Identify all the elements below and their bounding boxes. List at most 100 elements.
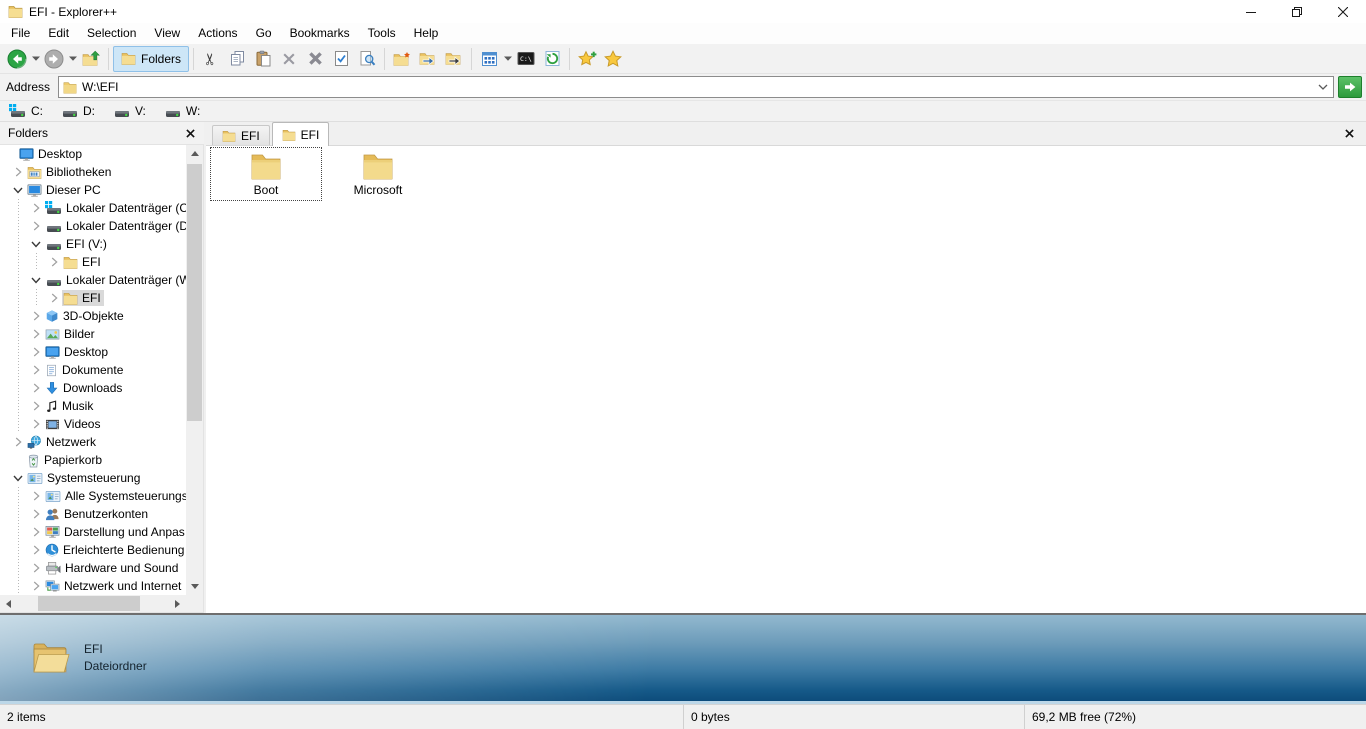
tree-item-papierkorb[interactable]: Papierkorb bbox=[0, 451, 186, 469]
chevron-expanded-icon[interactable] bbox=[10, 187, 26, 194]
tree-item-desktop[interactable]: Desktop bbox=[0, 343, 186, 361]
go-button[interactable] bbox=[1338, 76, 1362, 98]
menu-help[interactable]: Help bbox=[405, 23, 448, 44]
scroll-up-icon[interactable] bbox=[186, 145, 203, 162]
tab-efi-1[interactable]: EFI bbox=[212, 125, 270, 145]
tree-node[interactable]: 3D-Objekte bbox=[44, 308, 127, 325]
drive-d[interactable]: D: bbox=[58, 101, 98, 121]
tree-item-dieser-pc[interactable]: Dieser PC bbox=[0, 181, 186, 199]
drive-w[interactable]: W: bbox=[161, 101, 203, 121]
refresh-button[interactable] bbox=[539, 46, 565, 72]
tab-efi-2[interactable]: EFI bbox=[271, 122, 330, 146]
chevron-collapsed-icon[interactable] bbox=[28, 347, 44, 357]
folders-panel-close-icon[interactable] bbox=[182, 125, 198, 141]
search-button[interactable] bbox=[354, 46, 380, 72]
tree-item-bilder[interactable]: Bilder bbox=[0, 325, 186, 343]
tree-item-benutzerkonten[interactable]: Benutzerkonten bbox=[0, 505, 186, 523]
restore-button[interactable] bbox=[1274, 0, 1320, 23]
menu-view[interactable]: View bbox=[145, 23, 189, 44]
copy-button[interactable] bbox=[224, 46, 250, 72]
chevron-collapsed-icon[interactable] bbox=[28, 545, 44, 555]
menu-edit[interactable]: Edit bbox=[39, 23, 78, 44]
tree-node[interactable]: Lokaler Datenträger (D: bbox=[44, 218, 186, 235]
tree-node[interactable]: Alle Systemsteuerungs bbox=[44, 488, 186, 504]
views-button[interactable] bbox=[476, 46, 502, 72]
tree-hscroll-thumb[interactable] bbox=[38, 596, 140, 611]
drive-c[interactable]: C: bbox=[6, 101, 46, 121]
chevron-expanded-icon[interactable] bbox=[10, 475, 26, 482]
chevron-collapsed-icon[interactable] bbox=[28, 221, 44, 231]
tree-item-downloads[interactable]: Downloads bbox=[0, 379, 186, 397]
tree-node[interactable]: Netzwerk bbox=[26, 434, 99, 450]
tree-item-darstellung-und-anpas[interactable]: Darstellung und Anpas bbox=[0, 523, 186, 541]
chevron-collapsed-icon[interactable] bbox=[28, 563, 44, 573]
add-bookmark-button[interactable] bbox=[574, 46, 600, 72]
command-prompt-button[interactable]: C:\ bbox=[513, 46, 539, 72]
tree-node[interactable]: Videos bbox=[44, 416, 103, 432]
tree-item-systemsteuerung[interactable]: Systemsteuerung bbox=[0, 469, 186, 487]
tree-item-efi[interactable]: EFI bbox=[0, 289, 186, 307]
tree-node[interactable]: Benutzerkonten bbox=[44, 506, 151, 522]
tree-item-efi[interactable]: EFI bbox=[0, 253, 186, 271]
new-folder-button[interactable] bbox=[389, 46, 415, 72]
file-item-microsoft[interactable]: Microsoft bbox=[322, 147, 434, 201]
menu-selection[interactable]: Selection bbox=[78, 23, 145, 44]
file-list[interactable]: Boot Microsoft bbox=[206, 146, 1366, 613]
chevron-collapsed-icon[interactable] bbox=[28, 383, 44, 393]
scroll-right-icon[interactable] bbox=[169, 595, 186, 612]
chevron-collapsed-icon[interactable] bbox=[10, 167, 26, 177]
tree-item-musik[interactable]: Musik bbox=[0, 397, 186, 415]
tree-item-lokaler-datentr-ger-w[interactable]: Lokaler Datenträger (W bbox=[0, 271, 186, 289]
drive-v[interactable]: V: bbox=[110, 101, 149, 121]
chevron-collapsed-icon[interactable] bbox=[28, 203, 44, 213]
chevron-collapsed-icon[interactable] bbox=[28, 401, 44, 411]
tree-node[interactable]: Dokumente bbox=[44, 362, 126, 379]
tree-vscroll-thumb[interactable] bbox=[187, 164, 202, 421]
tree-node[interactable]: Dieser PC bbox=[26, 182, 104, 199]
chevron-expanded-icon[interactable] bbox=[28, 241, 44, 248]
close-button[interactable] bbox=[1320, 0, 1366, 23]
tree-node[interactable]: Lokaler Datenträger (W bbox=[44, 272, 186, 289]
tree-node[interactable]: Desktop bbox=[44, 344, 111, 361]
tree-item-hardware-und-sound[interactable]: Hardware und Sound bbox=[0, 559, 186, 577]
tree-item-netzwerk-und-internet[interactable]: Netzwerk und Internet bbox=[0, 577, 186, 595]
views-dropdown-icon[interactable] bbox=[502, 46, 513, 72]
address-dropdown-icon[interactable] bbox=[1315, 84, 1331, 90]
tree-item-lokaler-datentr-ger-c[interactable]: Lokaler Datenträger (C: bbox=[0, 199, 186, 217]
tree-node[interactable]: Musik bbox=[44, 398, 96, 415]
scroll-down-icon[interactable] bbox=[186, 578, 203, 595]
chevron-collapsed-icon[interactable] bbox=[28, 329, 44, 339]
tree-node[interactable]: Systemsteuerung bbox=[26, 470, 143, 486]
back-dropdown-icon[interactable] bbox=[30, 46, 41, 72]
chevron-collapsed-icon[interactable] bbox=[28, 491, 44, 501]
tree-node[interactable]: Lokaler Datenträger (C: bbox=[44, 200, 186, 217]
tree-node[interactable]: Hardware und Sound bbox=[44, 560, 181, 576]
tree-node[interactable]: Netzwerk und Internet bbox=[44, 578, 184, 594]
menu-go[interactable]: Go bbox=[247, 23, 281, 44]
tree-node[interactable]: Bibliotheken bbox=[26, 164, 114, 180]
scroll-left-icon[interactable] bbox=[0, 595, 17, 612]
paste-button[interactable] bbox=[250, 46, 276, 72]
move-to-button[interactable] bbox=[441, 46, 467, 72]
folders-toggle-button[interactable]: Folders bbox=[113, 45, 190, 72]
tree-node[interactable]: Erleichterte Bedienung bbox=[44, 542, 186, 558]
menu-bookmarks[interactable]: Bookmarks bbox=[281, 23, 359, 44]
forward-dropdown-icon[interactable] bbox=[67, 46, 78, 72]
tree-node[interactable]: EFI bbox=[62, 254, 104, 270]
tree-item-videos[interactable]: Videos bbox=[0, 415, 186, 433]
back-button[interactable] bbox=[4, 46, 30, 72]
chevron-collapsed-icon[interactable] bbox=[28, 311, 44, 321]
tree-item-bibliotheken[interactable]: Bibliotheken bbox=[0, 163, 186, 181]
forward-button[interactable] bbox=[41, 46, 67, 72]
menu-file[interactable]: File bbox=[2, 23, 39, 44]
chevron-collapsed-icon[interactable] bbox=[28, 365, 44, 375]
delete-permanently-button[interactable] bbox=[302, 46, 328, 72]
chevron-collapsed-icon[interactable] bbox=[28, 527, 44, 537]
tree-item-dokumente[interactable]: Dokumente bbox=[0, 361, 186, 379]
tree-node[interactable]: Bilder bbox=[44, 326, 98, 342]
chevron-collapsed-icon[interactable] bbox=[28, 419, 44, 429]
chevron-collapsed-icon[interactable] bbox=[28, 509, 44, 519]
tree-node[interactable]: Downloads bbox=[44, 380, 125, 397]
tree-item-netzwerk[interactable]: Netzwerk bbox=[0, 433, 186, 451]
minimize-button[interactable] bbox=[1228, 0, 1274, 23]
